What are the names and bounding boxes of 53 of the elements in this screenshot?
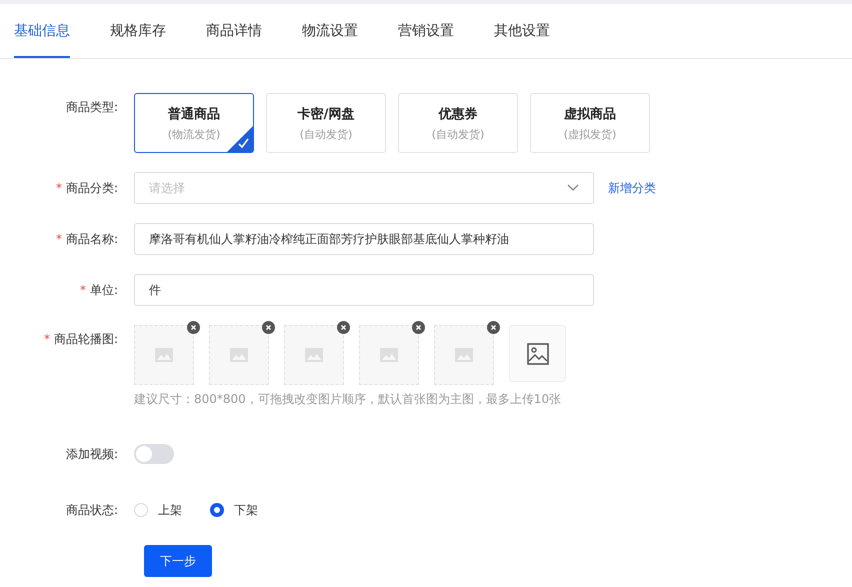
field-label: 添加视频: [66, 446, 118, 463]
image-placeholder-icon [305, 348, 323, 362]
tab[interactable]: 物流设置 [302, 4, 358, 58]
image-placeholder-icon [230, 348, 248, 362]
status-radio[interactable]: 下架 [210, 502, 258, 518]
image-thumbnail[interactable] [284, 325, 344, 385]
image-thumbnail[interactable] [359, 325, 419, 385]
remove-icon[interactable] [412, 321, 425, 334]
status-radio[interactable]: 上架 [134, 502, 182, 518]
placeholder-text: 请选择 [149, 180, 186, 196]
type-option-card[interactable]: 虚拟商品 (虚拟发货) [530, 93, 650, 153]
option-title: 卡密/网盘 [298, 106, 354, 122]
option-title: 普通商品 [168, 106, 220, 122]
image-thumbnail[interactable] [434, 325, 494, 385]
option-title: 优惠券 [438, 106, 478, 122]
remove-icon[interactable] [337, 321, 350, 334]
add-category-link[interactable]: 新增分类 [608, 172, 656, 204]
image-icon [526, 342, 548, 364]
remove-icon[interactable] [187, 321, 200, 334]
field-label: 商品状态: [66, 502, 118, 519]
check-icon [227, 126, 253, 152]
option-subtitle: (虚拟发货) [564, 126, 616, 142]
field-label: * 商品分类: [56, 180, 118, 197]
field-label: * 单位: [80, 282, 118, 299]
option-subtitle: (自动发货) [300, 126, 352, 142]
hint-text: 建议尺寸：800*800，可拖拽改变图片顺序，默认首张图为主图，最多上传10张 [134, 391, 562, 408]
unit-input[interactable]: 件 [134, 274, 594, 306]
tab[interactable]: 基础信息 [14, 4, 70, 58]
option-subtitle: (自动发货) [432, 126, 484, 142]
image-thumbnail[interactable] [134, 325, 194, 385]
tab[interactable]: 商品详情 [206, 4, 262, 58]
tab[interactable]: 营销设置 [398, 4, 454, 58]
name-input[interactable]: 摩洛哥有机仙人掌籽油冷榨纯正面部芳疗护肤眼部基底仙人掌种籽油 [134, 223, 594, 255]
type-option-card[interactable]: 普通商品 (物流发货) [134, 93, 254, 153]
remove-icon[interactable] [262, 321, 275, 334]
video-toggle[interactable] [134, 444, 174, 464]
field-label: 商品类型: [66, 99, 118, 116]
option-title: 虚拟商品 [564, 106, 616, 122]
upload-image-button[interactable] [509, 325, 566, 382]
field-label: * 商品轮播图: [44, 331, 118, 348]
chevron-down-icon [567, 184, 579, 192]
tab[interactable]: 其他设置 [494, 4, 550, 58]
field-label: * 商品名称: [56, 231, 118, 248]
option-subtitle: (物流发货) [168, 126, 220, 142]
remove-icon[interactable] [487, 321, 500, 334]
tab[interactable]: 规格库存 [110, 4, 166, 58]
image-placeholder-icon [455, 348, 473, 362]
image-placeholder-icon [380, 348, 398, 362]
image-placeholder-icon [155, 348, 173, 362]
next-button[interactable]: 下一步 [144, 545, 212, 577]
type-option-card[interactable]: 卡密/网盘 (自动发货) [266, 93, 386, 153]
type-option-card[interactable]: 优惠券 (自动发货) [398, 93, 518, 153]
image-thumbnail[interactable] [209, 325, 269, 385]
